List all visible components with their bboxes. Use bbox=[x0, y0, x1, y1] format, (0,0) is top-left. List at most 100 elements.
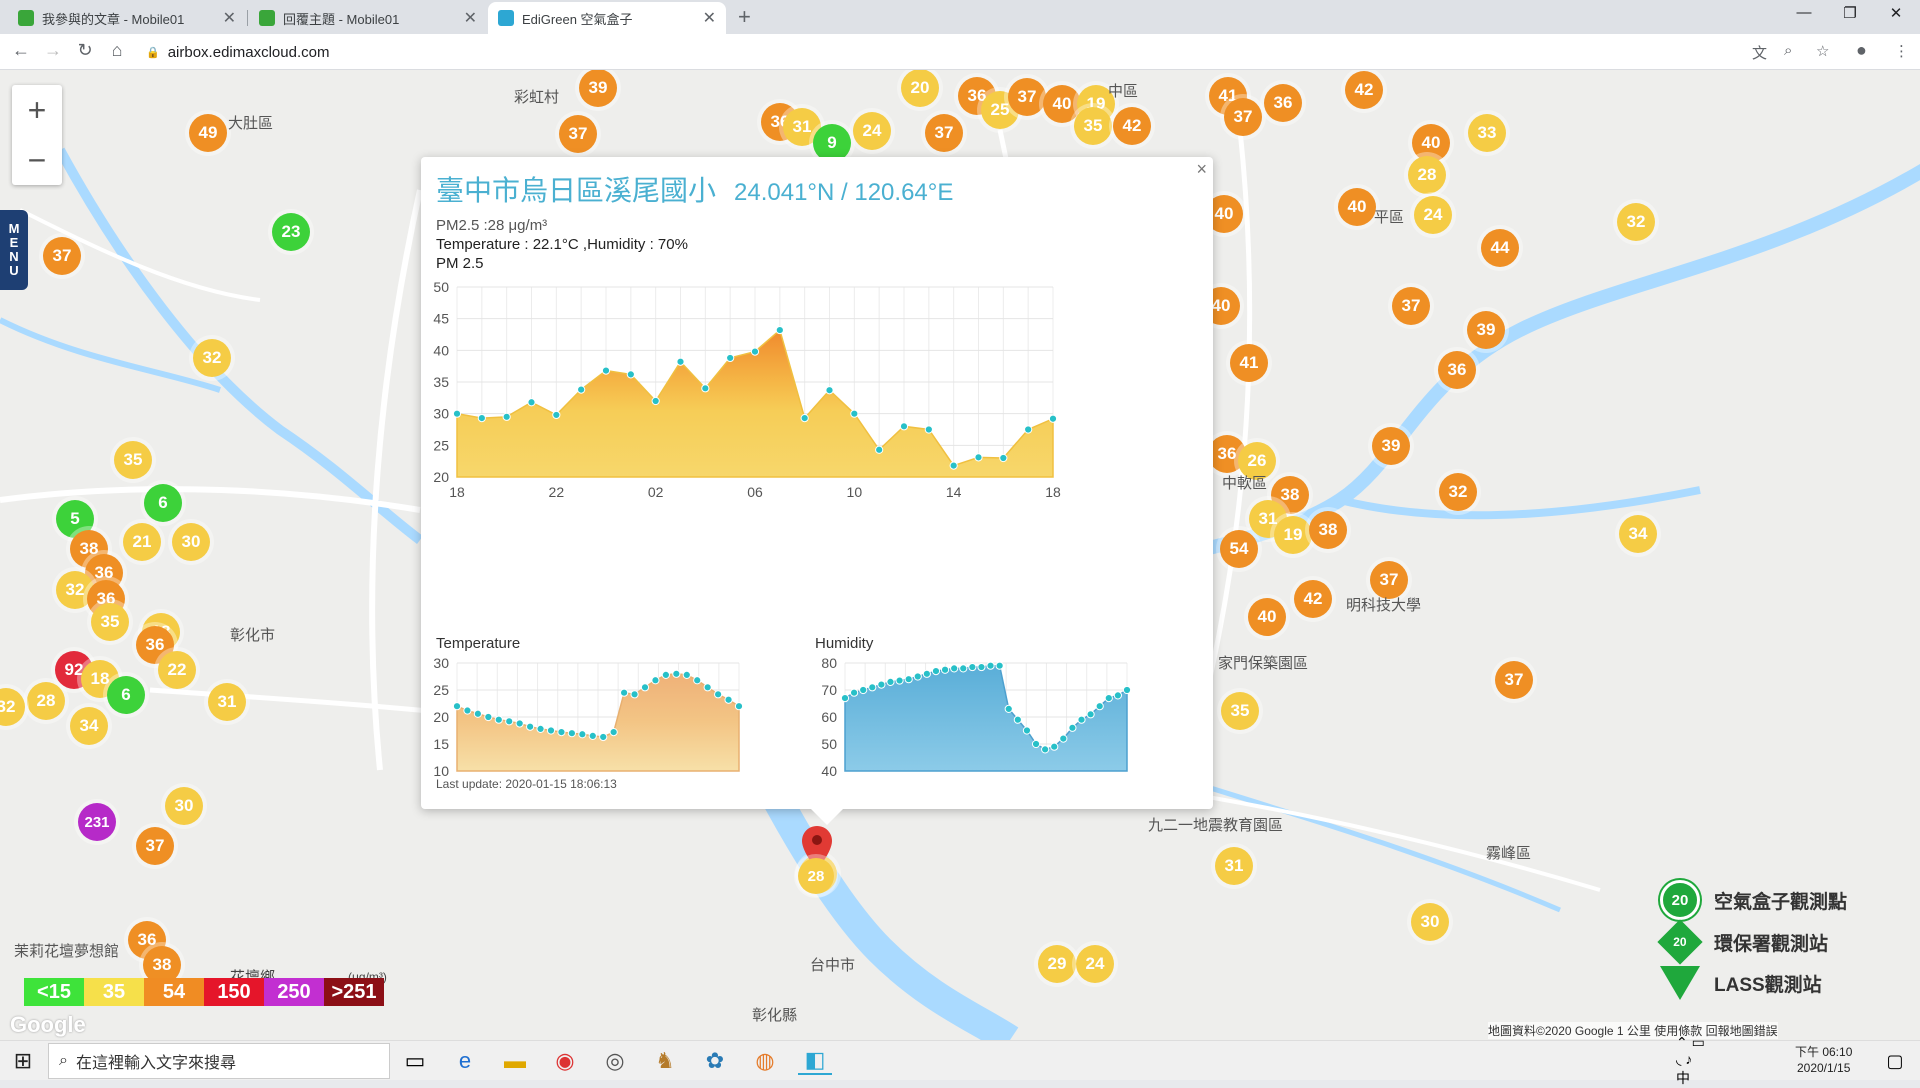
map-marker[interactable]: 24 bbox=[853, 112, 891, 150]
minimize-button[interactable]: — bbox=[1784, 4, 1824, 21]
back-button[interactable]: ← bbox=[8, 40, 34, 61]
close-tab-icon[interactable]: ✕ bbox=[223, 8, 236, 28]
data-point[interactable] bbox=[859, 685, 868, 695]
chrome-icon[interactable]: ◉ bbox=[548, 1047, 582, 1075]
data-point[interactable] bbox=[1022, 726, 1032, 735]
map-marker[interactable]: 36 bbox=[1264, 84, 1302, 122]
data-point[interactable] bbox=[940, 665, 950, 674]
data-point[interactable] bbox=[578, 730, 587, 739]
data-point[interactable] bbox=[924, 425, 933, 434]
map-marker[interactable]: 37 bbox=[43, 237, 81, 275]
data-point[interactable] bbox=[1013, 715, 1022, 724]
close-tab-icon[interactable]: ✕ bbox=[464, 8, 477, 28]
map-marker[interactable]: 35 bbox=[114, 441, 152, 479]
map-marker[interactable]: 54 bbox=[1220, 530, 1258, 568]
tab-edigreen-airbox[interactable]: EdiGreen 空氣盒子 ✕ bbox=[488, 2, 726, 34]
data-point[interactable] bbox=[640, 683, 650, 692]
map-marker[interactable]: 31 bbox=[1215, 847, 1253, 885]
map-marker[interactable]: 231 bbox=[78, 803, 116, 841]
data-point[interactable] bbox=[494, 715, 503, 724]
data-point[interactable] bbox=[750, 347, 760, 356]
data-point[interactable] bbox=[999, 453, 1008, 463]
data-point[interactable] bbox=[775, 325, 784, 335]
map-marker[interactable]: 42 bbox=[1294, 580, 1332, 618]
map-marker[interactable]: 39 bbox=[579, 70, 617, 107]
app-icon[interactable]: ◍ bbox=[748, 1047, 782, 1075]
map-marker[interactable]: 37 bbox=[1008, 78, 1046, 116]
data-point[interactable] bbox=[626, 370, 635, 379]
map-marker[interactable]: 44 bbox=[1481, 229, 1519, 267]
active-app-icon[interactable]: ◧ bbox=[798, 1047, 832, 1075]
data-point[interactable] bbox=[1095, 702, 1104, 711]
data-point[interactable] bbox=[477, 414, 486, 423]
data-point[interactable] bbox=[1050, 742, 1059, 751]
map-marker[interactable]: 37 bbox=[1495, 661, 1533, 699]
bookmark-star-icon[interactable]: ☆ bbox=[1816, 42, 1829, 60]
data-point[interactable] bbox=[546, 726, 556, 735]
data-point[interactable] bbox=[1122, 685, 1132, 695]
zoom-out-button[interactable]: − bbox=[12, 135, 62, 185]
data-point[interactable] bbox=[577, 385, 586, 394]
app-icon[interactable]: ♞ bbox=[648, 1047, 682, 1075]
map-marker[interactable]: 41 bbox=[1230, 344, 1268, 382]
data-point[interactable] bbox=[868, 683, 877, 692]
data-point[interactable] bbox=[552, 410, 561, 420]
data-point[interactable] bbox=[734, 702, 744, 711]
map-marker[interactable]: 24 bbox=[1076, 945, 1114, 983]
address-bar[interactable]: 🔒 airbox.edimaxcloud.com bbox=[140, 38, 1780, 66]
data-point[interactable] bbox=[526, 722, 535, 731]
map-attribution[interactable]: 地圖資料©2020 Google 1 公里 使用條款 回報地圖錯誤 bbox=[1488, 1022, 1778, 1039]
data-point[interactable] bbox=[1059, 734, 1068, 743]
data-point[interactable] bbox=[601, 366, 611, 375]
taskbar-search[interactable]: ⌕ 在這裡輸入文字來搜尋 bbox=[48, 1043, 390, 1079]
notification-icon[interactable]: ▢ bbox=[1878, 1047, 1912, 1075]
profile-avatar-icon[interactable]: ● bbox=[1856, 40, 1867, 61]
data-point[interactable] bbox=[1077, 715, 1086, 724]
data-point[interactable] bbox=[703, 683, 712, 692]
data-point[interactable] bbox=[959, 664, 968, 673]
data-point[interactable] bbox=[1068, 723, 1077, 732]
map-marker[interactable]: 6 bbox=[107, 676, 145, 714]
data-point[interactable] bbox=[849, 688, 859, 697]
map-marker[interactable]: 29 bbox=[1038, 945, 1076, 983]
data-point[interactable] bbox=[895, 676, 904, 685]
data-point[interactable] bbox=[630, 690, 639, 699]
data-point[interactable] bbox=[986, 661, 995, 670]
data-point[interactable] bbox=[505, 717, 514, 726]
data-point[interactable] bbox=[588, 731, 597, 741]
data-point[interactable] bbox=[875, 445, 884, 454]
data-point[interactable] bbox=[672, 669, 681, 678]
data-point[interactable] bbox=[620, 688, 629, 697]
data-point[interactable] bbox=[1048, 414, 1058, 423]
side-menu-toggle[interactable]: MENU bbox=[0, 210, 28, 290]
file-explorer-icon[interactable]: ▬ bbox=[498, 1047, 532, 1075]
app-icon[interactable]: ✿ bbox=[698, 1047, 732, 1075]
data-point[interactable] bbox=[599, 732, 608, 742]
data-point[interactable] bbox=[904, 675, 913, 684]
data-point[interactable] bbox=[609, 728, 618, 737]
map-marker[interactable]: 22 bbox=[158, 651, 196, 689]
tab-mobile01-articles[interactable]: 我參與的文章 - Mobile01 ✕ bbox=[8, 2, 246, 34]
zoom-in-button[interactable]: + bbox=[12, 85, 62, 135]
data-point[interactable] bbox=[1041, 745, 1050, 754]
data-point[interactable] bbox=[463, 706, 472, 715]
data-point[interactable] bbox=[527, 398, 536, 407]
map-marker[interactable]: 37 bbox=[1392, 287, 1430, 325]
tray-icons[interactable]: ⌃ ▭ ◟ ♪ 中 bbox=[1676, 1034, 1710, 1086]
data-point[interactable] bbox=[651, 396, 660, 406]
data-point[interactable] bbox=[825, 386, 834, 395]
data-point[interactable] bbox=[840, 694, 850, 703]
data-point[interactable] bbox=[661, 670, 670, 679]
data-point[interactable] bbox=[567, 729, 576, 738]
data-point[interactable] bbox=[922, 669, 931, 678]
map-marker[interactable]: 37 bbox=[925, 114, 963, 152]
map-marker[interactable]: 33 bbox=[1468, 114, 1506, 152]
edge-icon[interactable]: e bbox=[448, 1047, 482, 1075]
map-marker[interactable]: 36 bbox=[1438, 351, 1476, 389]
windows-start-icon[interactable]: ⊞ bbox=[6, 1047, 40, 1075]
data-point[interactable] bbox=[977, 662, 986, 672]
new-tab-button[interactable]: + bbox=[738, 4, 751, 30]
data-point[interactable] bbox=[949, 461, 958, 470]
data-point[interactable] bbox=[1113, 691, 1123, 700]
data-point[interactable] bbox=[995, 661, 1004, 670]
